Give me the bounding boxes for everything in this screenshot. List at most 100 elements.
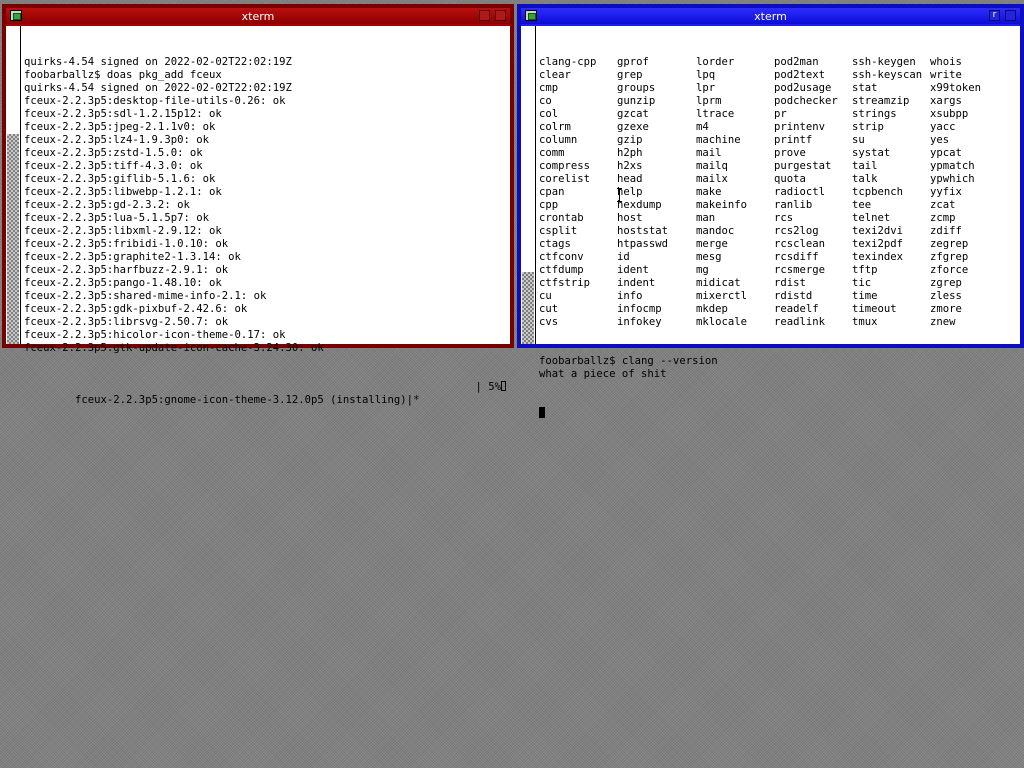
iconify-button[interactable] <box>479 10 490 21</box>
command-name: rcs2log <box>774 225 819 237</box>
command-name: quota <box>774 173 806 185</box>
terminal-line: foobarballz$ clang --version <box>539 355 718 367</box>
command-name: ctags <box>539 238 571 250</box>
command-name: zdiff <box>930 225 962 237</box>
xterm-window-left[interactable]: xterm quirks-4.54 signed on 2022-02-02T2… <box>2 4 514 406</box>
terminal-line: fceux-2.2.3p5:desktop-file-utils-0.26: o… <box>24 95 286 107</box>
command-name: purgestat <box>774 160 832 172</box>
terminal-area[interactable]: quirks-4.54 signed on 2022-02-02T22:02:1… <box>6 26 510 406</box>
command-name: tftp <box>852 264 878 276</box>
command-name: readlink <box>774 316 826 328</box>
command-name: zless <box>930 290 962 302</box>
command-name: cpan <box>539 186 565 198</box>
command-name: talk <box>852 173 878 185</box>
command-name: lprm <box>696 95 722 107</box>
command-name: radioctl <box>774 186 826 198</box>
terminal-area[interactable]: clang-cpp gprof lorder pod2man ssh-keygen who… <box>521 26 1020 418</box>
command-name: hexdump <box>617 199 662 211</box>
command-name: pr <box>774 108 787 120</box>
command-name: ctfdump <box>539 264 584 276</box>
command-name: podchecker <box>774 95 838 107</box>
scrollbar-thumb[interactable] <box>522 272 534 344</box>
command-name: lpq <box>696 69 716 81</box>
command-name: zegrep <box>930 238 969 250</box>
command-name: colrm <box>539 121 571 133</box>
terminal-line: quirks-4.54 signed on 2022-02-02T22:02:1… <box>24 82 292 94</box>
command-name: cu <box>539 290 552 302</box>
command-name: column <box>539 134 578 146</box>
command-name: strings <box>852 108 897 120</box>
command-name: compress <box>539 160 591 172</box>
command-name: printenv <box>774 121 826 133</box>
command-name: comm <box>539 147 565 159</box>
command-name: help <box>617 186 643 198</box>
command-name: rcs <box>774 212 794 224</box>
terminal-line: fceux-2.2.3p5:shared-mime-info-2.1: ok <box>24 290 267 302</box>
command-name: info <box>617 290 643 302</box>
command-name: ssh-keyscan <box>852 69 923 81</box>
terminal-line: fceux-2.2.3p5:fribidi-1.0.10: ok <box>24 238 229 250</box>
window-menu-icon[interactable] <box>10 10 22 21</box>
terminal-line: fceux-2.2.3p5:librsvg-2.50.7: ok <box>24 316 229 328</box>
title-bar[interactable]: xterm r <box>521 8 1020 24</box>
command-name: tmux <box>852 316 878 328</box>
xterm-window-right[interactable]: xterm r clang-cpp gprof lorder pod2man ssh-k… <box>517 4 1024 418</box>
command-name: cvs <box>539 316 559 328</box>
command-name: rcsmerge <box>774 264 826 276</box>
iconify-button[interactable]: r <box>989 10 1000 21</box>
command-name: zmore <box>930 303 962 315</box>
command-name: zcat <box>930 199 956 211</box>
terminal-line: fceux-2.2.3p5:gdk-pixbuf-2.42.6: ok <box>24 303 248 315</box>
window-menu-icon[interactable] <box>525 10 537 21</box>
terminal-line: fceux-2.2.3p5:libxml-2.9.12: ok <box>24 225 222 237</box>
command-name: ypmatch <box>930 160 975 172</box>
command-name: write <box>930 69 962 81</box>
terminal-cursor <box>501 381 506 391</box>
command-name: co <box>539 95 552 107</box>
progress-status-line: fceux-2.2.3p5:gnome-icon-theme-3.12.0p5 … <box>24 381 506 406</box>
terminal-cursor <box>539 407 545 418</box>
terminal-line: fceux-2.2.3p5:gd-2.3.2: ok <box>24 199 190 211</box>
command-name: gprof <box>617 56 649 68</box>
command-name: csplit <box>539 225 578 237</box>
command-name: znew <box>930 316 956 328</box>
resize-button[interactable] <box>1005 10 1016 21</box>
command-name: mklocale <box>696 316 748 328</box>
command-name: zfgrep <box>930 251 969 263</box>
command-name: man <box>696 212 716 224</box>
command-name: mg <box>696 264 709 276</box>
command-name: whois <box>930 56 962 68</box>
command-name: hoststat <box>617 225 669 237</box>
terminal-line: fceux-2.2.3p5:zstd-1.5.0: ok <box>24 147 203 159</box>
command-name: tail <box>852 160 878 172</box>
command-name: crontab <box>539 212 584 224</box>
command-name: time <box>852 290 878 302</box>
terminal-output: clang-cpp gprof lorder pod2man ssh-keygen who… <box>539 30 1016 446</box>
command-name: mandoc <box>696 225 735 237</box>
command-name: zcmp <box>930 212 956 224</box>
command-name: htpasswd <box>617 238 669 250</box>
command-name: stat <box>852 82 878 94</box>
command-name: gzcat <box>617 108 649 120</box>
command-name: telnet <box>852 212 891 224</box>
terminal-line: fceux-2.2.3p5:lz4-1.9.3p0: ok <box>24 134 209 146</box>
command-name: rcsclean <box>774 238 826 250</box>
command-name: systat <box>852 147 891 159</box>
command-name: timeout <box>852 303 897 315</box>
terminal-line: fceux-2.2.3p5:pango-1.48.10: ok <box>24 277 222 289</box>
scrollbar[interactable] <box>521 26 536 344</box>
command-name: tcpbench <box>852 186 904 198</box>
prompt-line[interactable] <box>539 407 1016 420</box>
resize-button[interactable] <box>495 10 506 21</box>
command-name: rcsdiff <box>774 251 819 263</box>
scrollbar[interactable] <box>6 26 21 344</box>
terminal-line: fceux-2.2.3p5:tiff-4.3.0: ok <box>24 160 203 172</box>
scrollbar-thumb[interactable] <box>7 134 19 344</box>
command-name: xargs <box>930 95 962 107</box>
command-name: zforce <box>930 264 969 276</box>
title-bar[interactable]: xterm <box>6 8 510 24</box>
command-name: ssh-keygen <box>852 56 916 68</box>
command-name: mixerctl <box>696 290 748 302</box>
window-title: xterm <box>241 9 275 23</box>
command-name: cmp <box>539 82 559 94</box>
